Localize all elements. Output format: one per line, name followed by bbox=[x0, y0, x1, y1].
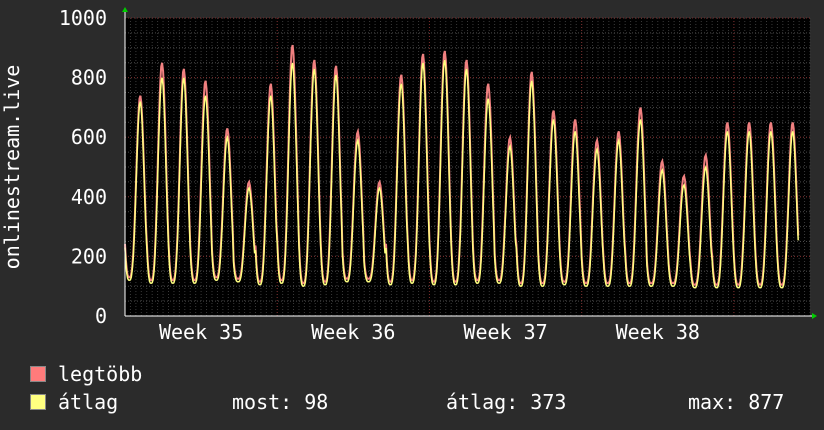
y-axis-title: onlinestream.live bbox=[0, 65, 24, 270]
legend-label-max: legtöbb bbox=[58, 362, 143, 386]
stat-now: most: 98 bbox=[232, 390, 329, 414]
y-tick-label: 400 bbox=[71, 185, 107, 209]
x-tick-label: Week 35 bbox=[159, 320, 243, 344]
legend-item-max: legtöbb bbox=[30, 362, 142, 386]
y-tick-label: 800 bbox=[71, 66, 107, 90]
y-tick-label: 600 bbox=[71, 125, 107, 149]
y-tick-label: 200 bbox=[71, 244, 107, 268]
legend-item-avg: átlag bbox=[30, 390, 118, 414]
x-tick-label: Week 38 bbox=[616, 320, 700, 344]
legend-label-avg: átlag bbox=[58, 390, 119, 414]
y-tick-label: 1000 bbox=[59, 6, 107, 30]
x-tick-label: Week 37 bbox=[463, 320, 547, 344]
y-axis-arrow bbox=[122, 7, 128, 12]
chart: 0 200 400 600 800 1000 Week 35 Week 36 Week 37 We… bbox=[0, 6, 817, 344]
y-tick-label: 0 bbox=[95, 304, 107, 328]
x-tick-label: Week 36 bbox=[311, 320, 395, 344]
x-axis-arrow bbox=[812, 313, 817, 319]
stat-avg: átlag: 373 bbox=[446, 390, 567, 414]
legend-swatch-avg bbox=[30, 394, 46, 410]
legend-swatch-max bbox=[30, 366, 46, 382]
stat-max: max: 877 bbox=[688, 390, 785, 414]
